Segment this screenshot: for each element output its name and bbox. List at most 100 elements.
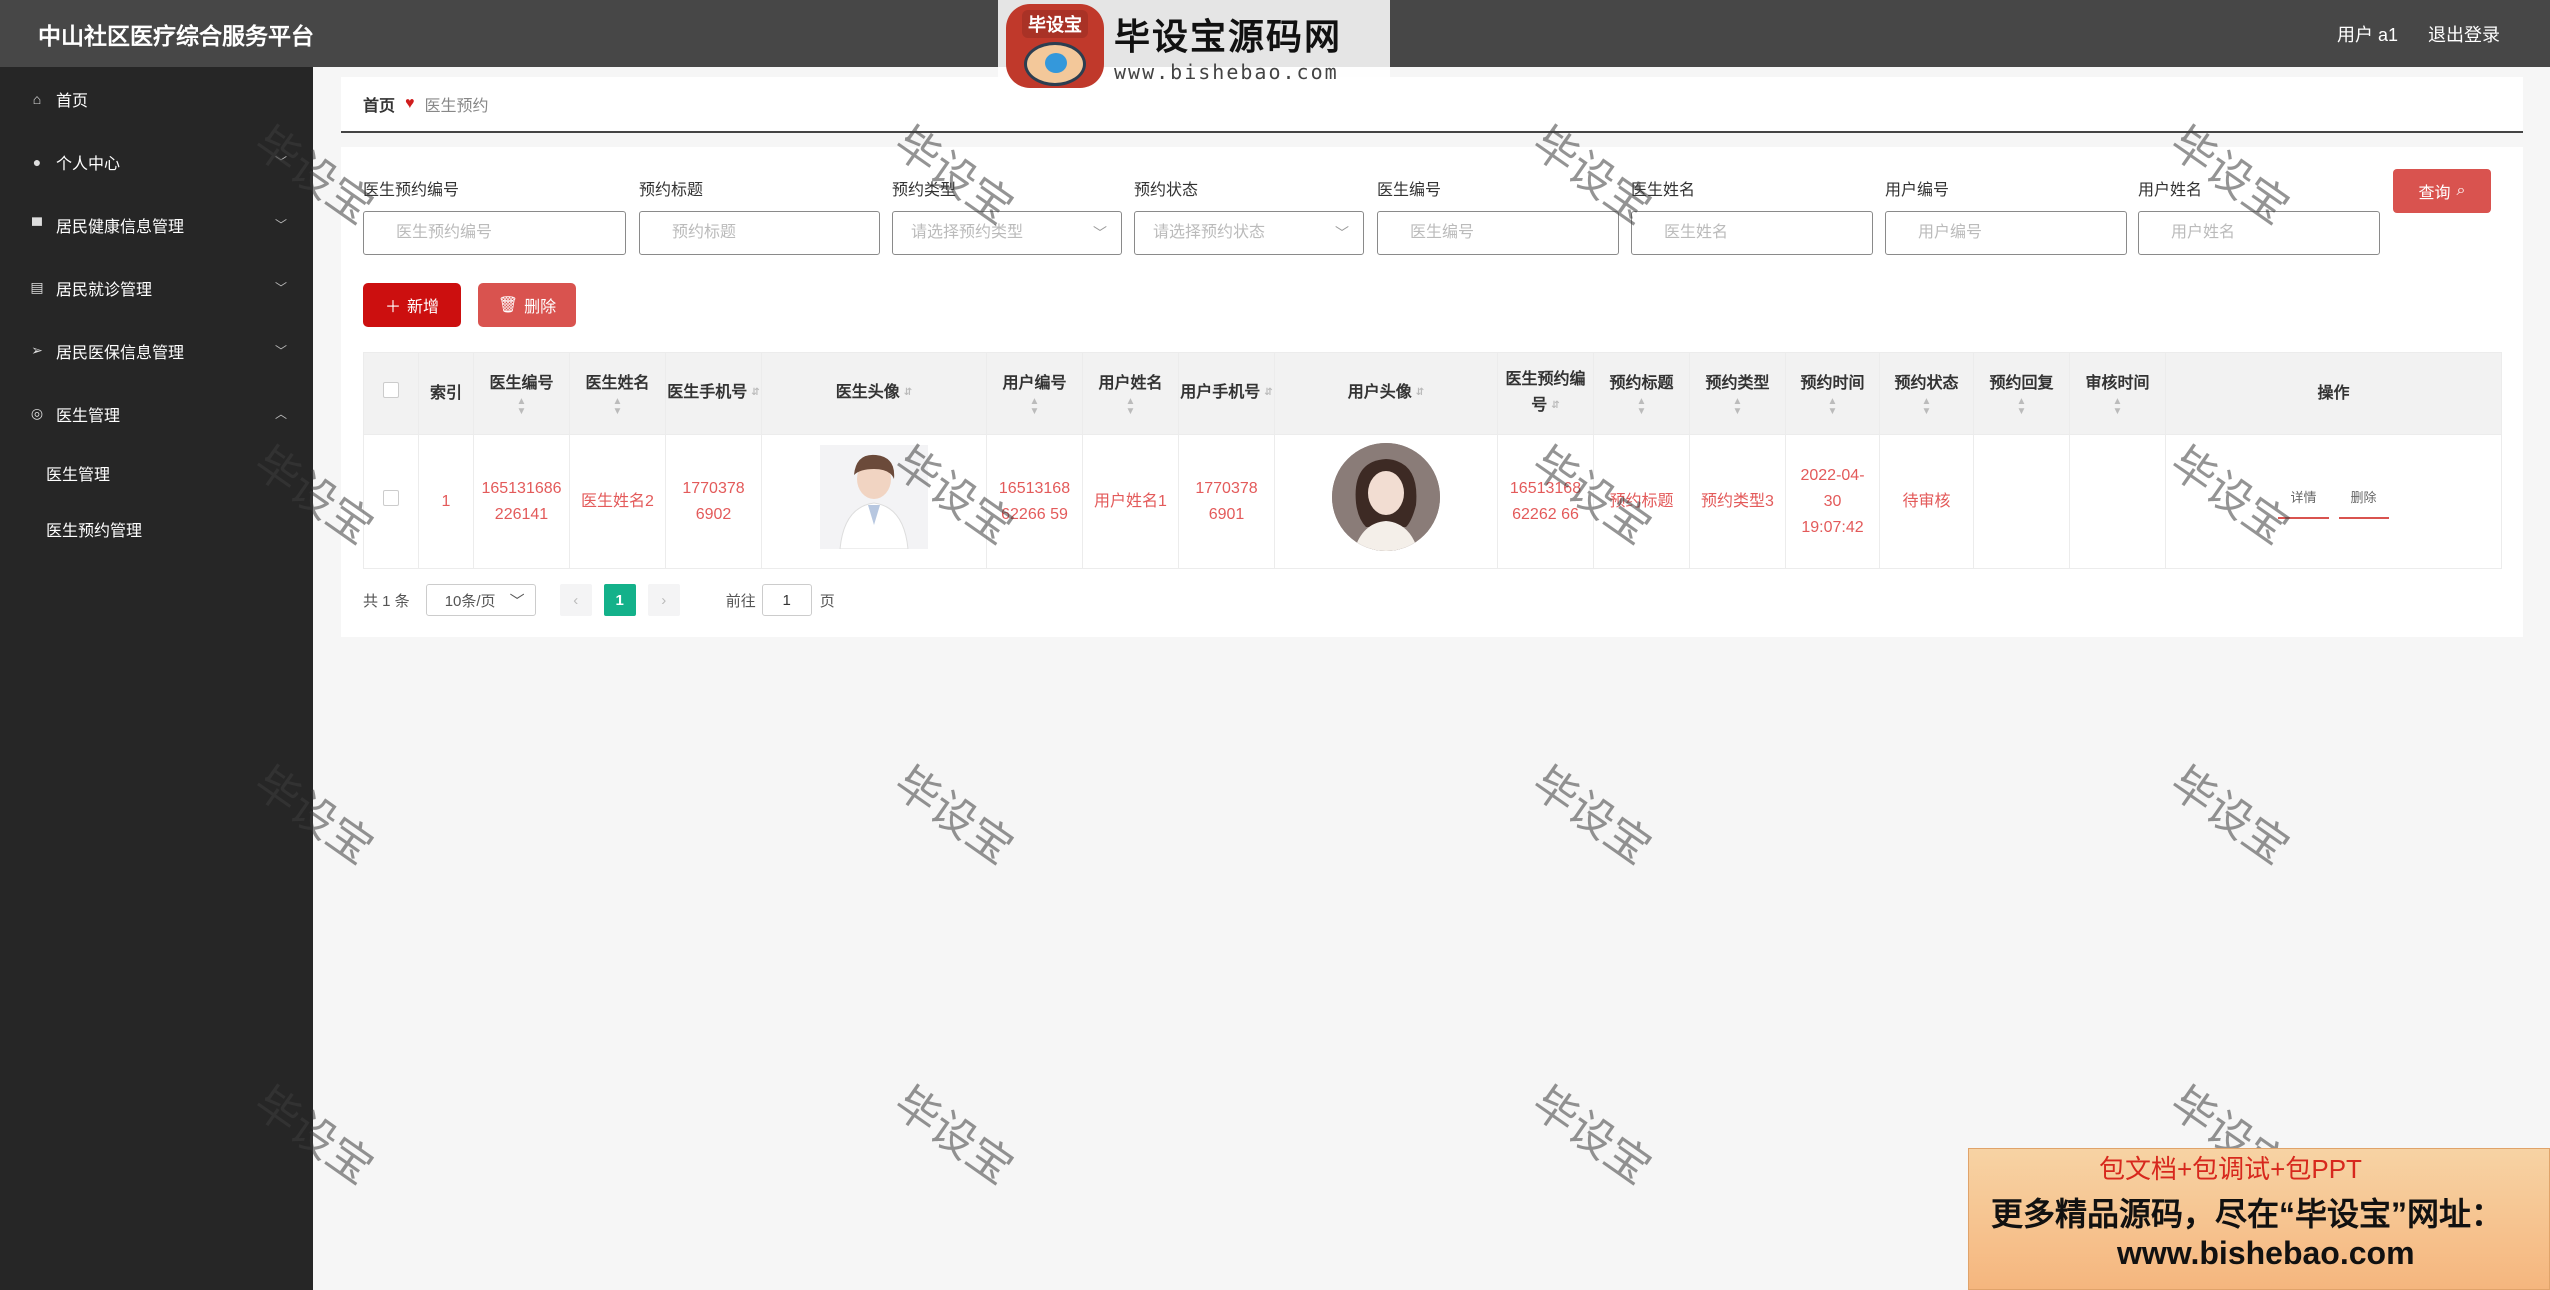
field-label: 预约类型: [892, 182, 957, 199]
col-appt-title[interactable]: 预约标题 ▲ ▼: [1593, 352, 1690, 435]
doctor-name-input[interactable]: 医生姓名: [1631, 211, 1873, 255]
logo-text: 毕设宝源码网 www.bishebao.com: [1114, 8, 1342, 84]
col-user-phone[interactable]: 用户手机号 ⇵: [1178, 352, 1275, 435]
sort-icon[interactable]: ▲ ▼: [1786, 396, 1879, 417]
cell-index: 1: [418, 434, 474, 569]
col-index: 索引: [418, 352, 474, 435]
col-label: 用户手机号: [1180, 384, 1261, 402]
col-label: 预约类型: [1705, 374, 1770, 392]
table-header-row: 索引 医生编号 ▲ ▼ 医生姓名 ▲ ▼ 医生手机号 ⇵ 医生头像 ⇵ 用户编号 ▲ ▼ 用户姓…: [363, 352, 2502, 435]
field-label: 医生预约编号: [363, 182, 460, 199]
cell-appt-no: 1651316862262 66: [1497, 434, 1594, 569]
prev-page-button[interactable]: ‹: [559, 584, 592, 616]
user-label[interactable]: 用户 a1: [2337, 21, 2398, 47]
col-label: 医生编号: [489, 374, 554, 392]
user-icon: ●: [32, 153, 42, 170]
goto-suffix: 页: [819, 592, 835, 610]
row-select-cell[interactable]: [363, 434, 419, 569]
sidebar-item-health-info[interactable]: ▀ 居民健康信息管理 ﹀: [0, 193, 313, 256]
query-label: 查询: [2418, 185, 2451, 202]
doctor-no-input[interactable]: 医生编号: [1377, 211, 1619, 255]
row-checkbox[interactable]: [383, 489, 399, 506]
title-input[interactable]: 预约标题: [639, 211, 880, 255]
col-user-no[interactable]: 用户编号 ▲ ▼: [986, 352, 1083, 435]
select-all-cell[interactable]: [363, 352, 419, 435]
col-appt-time[interactable]: 预约时间 ▲ ▼: [1785, 352, 1880, 435]
sidebar-item-home[interactable]: ⌂ 首页: [0, 67, 313, 130]
sort-icon[interactable]: ▲ ▼: [1974, 396, 2069, 417]
col-appt-no[interactable]: 医生预约编号 ⇵: [1497, 352, 1594, 435]
cell-user-phone: 17703786901: [1178, 434, 1275, 569]
type-select[interactable]: 请选择预约类型 ﹀: [892, 211, 1122, 255]
col-doctor-phone[interactable]: 医生手机号 ⇵: [665, 352, 762, 435]
col-appt-status[interactable]: 预约状态 ▲ ▼: [1879, 352, 1974, 435]
sort-icon[interactable]: ⇵: [1551, 393, 1559, 419]
cell-appt-title: 预约标题: [1593, 434, 1690, 569]
sort-icon[interactable]: ▲ ▼: [2070, 396, 2165, 417]
next-page-button[interactable]: ›: [647, 584, 680, 616]
row-delete-button[interactable]: 删除: [2338, 485, 2389, 519]
cell-doctor-avatar: [761, 434, 987, 569]
sort-icon[interactable]: ⇵: [1416, 380, 1424, 406]
col-doctor-no[interactable]: 医生编号 ▲ ▼: [473, 352, 570, 435]
sort-icon[interactable]: ▲ ▼: [570, 396, 665, 417]
add-button[interactable]: ＋ 新增: [363, 283, 461, 327]
col-review-time[interactable]: 审核时间 ▲ ▼: [2069, 352, 2166, 435]
col-user-avatar[interactable]: 用户头像 ⇵: [1274, 352, 1498, 435]
cell-doctor-phone: 17703786902: [665, 434, 762, 569]
user-no-input[interactable]: 用户编号: [1885, 211, 2127, 255]
col-appt-reply[interactable]: 预约回复 ▲ ▼: [1973, 352, 2070, 435]
col-ops: 操作: [2165, 352, 2502, 435]
col-label: 审核时间: [2085, 374, 2150, 392]
appt-no-input[interactable]: 医生预约编号: [363, 211, 626, 255]
status-select[interactable]: 请选择预约状态 ﹀: [1134, 211, 1364, 255]
search-field-status: 预约状态 请选择预约状态 ﹀: [1134, 179, 1364, 255]
delete-label: 删除: [524, 299, 557, 316]
sort-icon[interactable]: ▲ ▼: [1690, 396, 1785, 417]
sidebar-subitem-doctor-manage[interactable]: 医生管理: [0, 445, 313, 501]
chevron-down-icon: ﹀: [274, 281, 287, 295]
top-right-menu: 用户 a1 退出登录: [2337, 21, 2500, 47]
user-name-input[interactable]: 用户姓名: [2138, 211, 2380, 255]
chevron-down-icon: ﹀: [1093, 225, 1107, 241]
sort-icon[interactable]: ▲ ▼: [987, 396, 1082, 417]
sidebar: ⌂ 首页 ● 个人中心 ﹀ ▀ 居民健康信息管理 ﹀ ▤ 居民就诊管理 ﹀ ➢ …: [0, 67, 313, 1290]
sidebar-item-visits[interactable]: ▤ 居民就诊管理 ﹀: [0, 256, 313, 319]
sort-icon[interactable]: ⇵: [751, 380, 759, 406]
sort-icon[interactable]: ▲ ▼: [1880, 396, 1973, 417]
sidebar-item-profile[interactable]: ● 个人中心 ﹀: [0, 130, 313, 193]
goto-page-input[interactable]: 1: [761, 584, 812, 616]
sort-icon[interactable]: ⇵: [1264, 380, 1272, 406]
cell-user-no: 1651316862266 59: [986, 434, 1083, 569]
chevron-down-icon: ﹀: [274, 344, 287, 358]
sidebar-item-doctor[interactable]: ◎ 医生管理 ︿: [0, 382, 313, 445]
sort-icon[interactable]: ▲ ▼: [474, 396, 569, 417]
cell-appt-type: 预约类型3: [1689, 434, 1786, 569]
sort-icon[interactable]: ⇵: [904, 380, 912, 406]
sidebar-subitem-appointment-manage[interactable]: 医生预约管理: [0, 501, 313, 557]
delete-button[interactable]: 🗑 删除: [478, 283, 576, 327]
col-doctor-name[interactable]: 医生姓名 ▲ ▼: [569, 352, 666, 435]
select-placeholder: 请选择预约状态: [1153, 224, 1266, 241]
col-appt-type[interactable]: 预约类型 ▲ ▼: [1689, 352, 1786, 435]
search-icon: ⌕: [2456, 182, 2466, 199]
page-size-select[interactable]: 10条/页 ﹀: [425, 584, 536, 616]
query-button[interactable]: 查询 ⌕: [2393, 169, 2491, 213]
select-all-checkbox[interactable]: [383, 381, 399, 398]
sidebar-item-insurance[interactable]: ➢ 居民医保信息管理 ﹀: [0, 319, 313, 382]
col-doctor-avatar[interactable]: 医生头像 ⇵: [761, 352, 987, 435]
monitor-icon: ▀: [32, 216, 42, 233]
col-user-name[interactable]: 用户姓名 ▲ ▼: [1082, 352, 1179, 435]
search-field-doctor-name: 医生姓名 医生姓名: [1631, 179, 1873, 255]
sort-icon[interactable]: ▲ ▼: [1594, 396, 1689, 417]
col-label: 用户编号: [1002, 374, 1067, 392]
page-number-button[interactable]: 1: [603, 584, 636, 616]
col-label: 预约回复: [1989, 374, 2054, 392]
sort-icon[interactable]: ▲ ▼: [1083, 396, 1178, 417]
logout-link[interactable]: 退出登录: [2428, 21, 2500, 47]
detail-button[interactable]: 详情: [2278, 485, 2329, 519]
breadcrumb-home[interactable]: 首页: [363, 92, 395, 116]
sidebar-item-label: 个人中心: [56, 155, 121, 173]
cell-appt-time: 2022-04-30 19:07:42: [1785, 434, 1880, 569]
field-label: 预约状态: [1134, 182, 1199, 199]
